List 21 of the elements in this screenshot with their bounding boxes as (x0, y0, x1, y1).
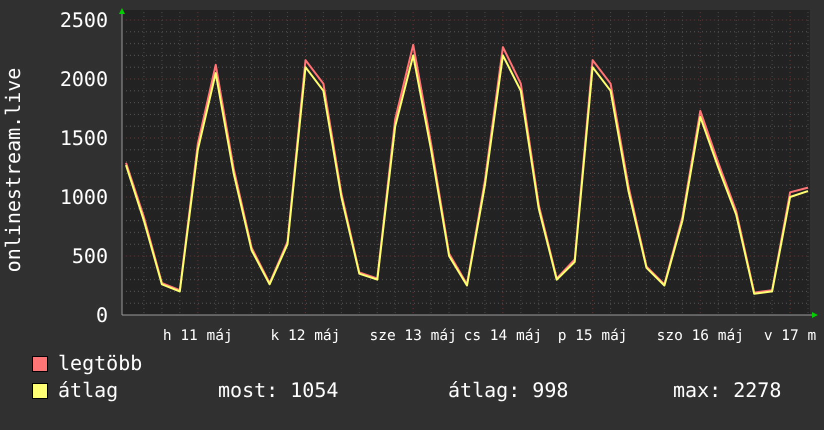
stat-value: átlag: 998 (448, 377, 570, 404)
arrow-icon (119, 8, 125, 14)
x-tick-label: szo 16 máj (656, 328, 744, 344)
x-tick-label: h 11 máj (162, 328, 233, 344)
legend-label: átlag (58, 377, 120, 404)
arrow-icon (812, 312, 818, 318)
stat-value: max: 2278 (673, 377, 782, 404)
y-tick-label: 2500 (60, 8, 108, 32)
y-tick-label: 1000 (60, 185, 108, 209)
y-tick-label: 1500 (60, 126, 108, 150)
y-axis-title: onlinestream.live (1, 68, 25, 272)
x-tick-label: v 17 m (764, 328, 816, 344)
x-tick-label: sze 13 máj (370, 328, 457, 344)
y-tick-label: 2000 (60, 67, 108, 91)
x-tick-label: p 15 máj (558, 328, 628, 344)
y-tick-label: 0 (96, 303, 108, 327)
x-tick-label: cs 14 máj (464, 328, 542, 344)
stat-value: most: 1054 (218, 377, 340, 404)
x-tick-label: k 12 máj (270, 328, 340, 344)
y-tick-label: 500 (72, 244, 108, 268)
legend-label: legtöbb (58, 350, 144, 377)
